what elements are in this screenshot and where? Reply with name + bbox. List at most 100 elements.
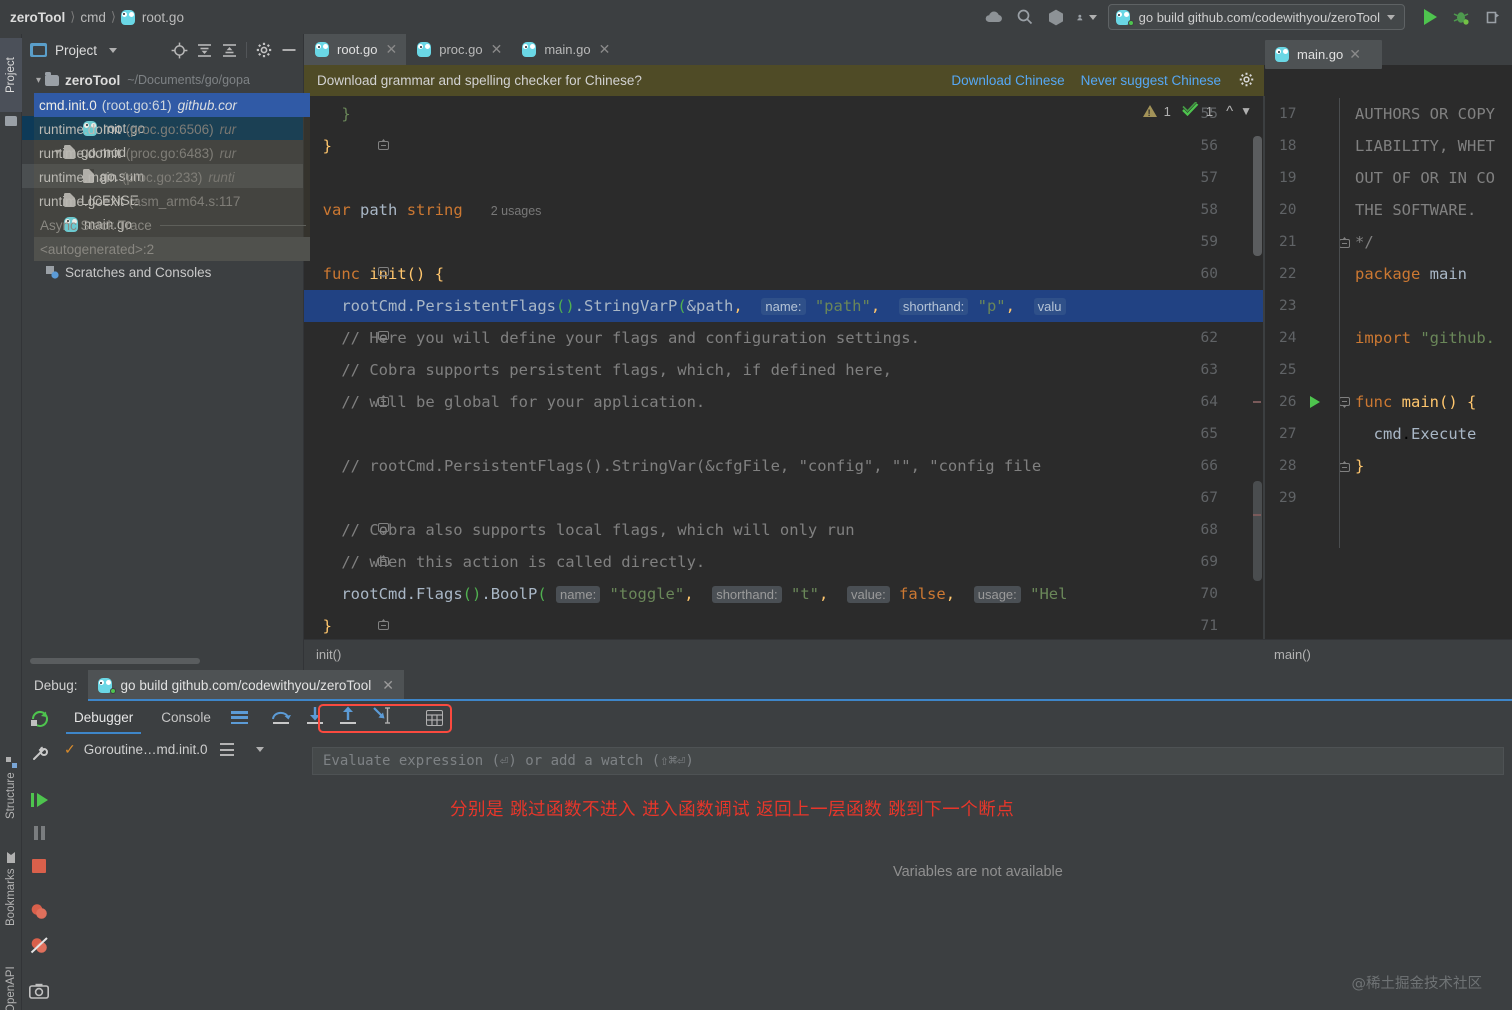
previous-highlight-icon[interactable]: ^ <box>1226 103 1233 120</box>
close-icon[interactable]: ✕ <box>491 41 503 58</box>
project-panel-scrollbar[interactable] <box>30 658 200 664</box>
view-breakpoints-icon[interactable] <box>30 903 49 925</box>
code-fold-icon[interactable] <box>378 395 389 409</box>
editor-tab-proc-go[interactable]: proc.go ✕ <box>406 34 511 65</box>
rail-item-bookmarks[interactable]: Bookmarks <box>0 842 22 936</box>
call-stack-frames[interactable]: cmd.init.0 (root.go:61) github.cor runtime.… <box>34 93 310 261</box>
code-fold-icon[interactable] <box>1339 235 1350 253</box>
code-line[interactable]: } <box>304 610 332 642</box>
breadcrumb-file[interactable]: root.go <box>142 10 184 25</box>
code-line[interactable]: package main <box>1355 258 1467 290</box>
close-icon[interactable]: ✕ <box>382 677 394 694</box>
expand-all-icon[interactable] <box>196 42 213 59</box>
code-line[interactable]: */ <box>1355 226 1374 258</box>
cloud-icon[interactable] <box>984 7 1004 27</box>
breadcrumb-folder[interactable]: cmd <box>80 10 106 25</box>
rail-item-project[interactable]: Project <box>0 38 22 112</box>
code-line[interactable]: // rootCmd.PersistentFlags().StringVar(&… <box>304 450 1041 482</box>
gear-icon[interactable] <box>1239 72 1254 90</box>
tree-node-scratches-and-consoles[interactable]: Scratches and Consoles <box>22 260 303 284</box>
resume-icon[interactable] <box>30 792 49 813</box>
code-line[interactable]: func main() { <box>1355 386 1476 418</box>
stack-frame[interactable]: runtime.doInit (proc.go:6506) rur <box>34 117 310 141</box>
run-configuration-selector[interactable]: go build github.com/codewithyou/zeroTool <box>1107 4 1405 30</box>
gear-icon[interactable] <box>255 42 272 59</box>
layout-settings-icon[interactable] <box>230 711 248 724</box>
breadcrumb-project[interactable]: zeroTool <box>10 10 65 25</box>
stack-frame[interactable]: runtime.goexit (asm_arm64.s:117 <box>34 189 310 213</box>
locate-file-icon[interactable] <box>171 42 188 59</box>
step-over-icon[interactable] <box>270 706 292 730</box>
editor-vertical-scrollbar-lower[interactable] <box>1253 481 1262 581</box>
chevron-open-icon[interactable]: ▾ <box>32 75 45 86</box>
run-to-cursor-icon[interactable] <box>371 706 392 730</box>
evaluate-expression-input[interactable]: Evaluate expression (⏎) or add a watch (… <box>312 747 1504 775</box>
inspections-widget[interactable]: 1 1 ^ ▼ <box>1142 99 1252 120</box>
code-line[interactable]: AUTHORS OR COPY <box>1355 98 1495 130</box>
stack-frame[interactable]: runtime.doInit (proc.go:6483) rur <box>34 141 310 165</box>
code-line[interactable]: cmd.Execute <box>1355 418 1477 450</box>
code-line[interactable]: OUT OF OR IN CO <box>1355 162 1495 194</box>
editor-main-go[interactable]: 17 AUTHORS OR COPY 18 LIABILITY, WHET 19 OUT … <box>1264 96 1512 670</box>
camera-icon[interactable] <box>29 983 49 1004</box>
code-line[interactable]: // will be global for your application. <box>304 386 705 418</box>
goroutine-selector-label[interactable]: Goroutine…md.init.0 <box>84 742 208 757</box>
more-run-icon[interactable] <box>1482 7 1502 27</box>
step-out-icon[interactable] <box>338 706 358 730</box>
code-fold-icon[interactable] <box>378 555 389 569</box>
code-line[interactable]: func init() { <box>304 258 444 290</box>
autogenerated-frame[interactable]: <autogenerated>:2 <box>34 237 310 261</box>
rail-item-structure[interactable]: Structure <box>0 746 22 830</box>
code-fold-icon[interactable] <box>1339 459 1350 477</box>
never-suggest-chinese-link[interactable]: Never suggest Chinese <box>1081 73 1221 88</box>
tab-console[interactable]: Console <box>147 701 225 734</box>
editor-vertical-scrollbar[interactable] <box>1253 136 1262 256</box>
next-highlight-icon[interactable]: ▼ <box>1240 104 1252 118</box>
code-line[interactable]: rootCmd.PersistentFlags().StringVarP(&pa… <box>304 290 1264 322</box>
stack-frame[interactable]: runtime.main (proc.go:233) runti <box>34 165 310 189</box>
tab-debugger[interactable]: Debugger <box>60 701 147 734</box>
code-fold-icon[interactable] <box>1339 395 1350 413</box>
chevron-down-icon[interactable] <box>255 747 264 752</box>
debug-icon[interactable] <box>1451 7 1471 27</box>
editor-tab-root-go[interactable]: root.go ✕ <box>304 34 407 65</box>
rail-item-openapi[interactable]: OpenAPI <box>0 952 22 1010</box>
code-line[interactable]: rootCmd.Flags().BoolP( name: "toggle", s… <box>304 578 1067 610</box>
close-icon[interactable]: ✕ <box>599 41 611 58</box>
editor-tab-main-go[interactable]: main.go ✕ <box>511 34 619 65</box>
settings-sync-icon[interactable] <box>1046 7 1066 27</box>
run-gutter-icon[interactable] <box>1310 396 1320 408</box>
code-line[interactable]: LIABILITY, WHET <box>1355 130 1495 162</box>
code-line[interactable]: import "github. <box>1355 322 1495 354</box>
code-fold-icon[interactable] <box>378 619 389 633</box>
run-icon[interactable] <box>1420 7 1440 27</box>
stack-frame[interactable]: cmd.init.0 (root.go:61) github.cor <box>34 93 310 117</box>
evaluate-expression-icon[interactable] <box>425 709 443 726</box>
code-line[interactable]: } <box>1355 450 1364 482</box>
code-fold-icon[interactable] <box>378 331 389 345</box>
editor-tab-main-go-right[interactable]: main.go ✕ <box>1265 40 1382 69</box>
close-icon[interactable]: ✕ <box>1349 46 1361 63</box>
pause-icon[interactable] <box>32 825 47 846</box>
search-everywhere-icon[interactable] <box>1015 7 1035 27</box>
tree-node-zerotool[interactable]: ▾ zeroTool ~/Documents/go/gopa <box>22 68 303 92</box>
hide-panel-icon[interactable] <box>280 42 297 59</box>
account-icon[interactable] <box>1076 7 1097 27</box>
settings-icon[interactable] <box>30 745 48 768</box>
mute-breakpoints-icon[interactable] <box>30 937 49 959</box>
code-line[interactable]: THE SOFTWARE. <box>1355 194 1476 226</box>
chevron-down-icon[interactable] <box>109 47 118 53</box>
debug-session-tab[interactable]: go build github.com/codewithyou/zeroTool… <box>87 670 405 701</box>
code-line[interactable]: var path string 2 usages <box>304 194 542 226</box>
code-line[interactable]: // when this action is called directly. <box>304 546 705 578</box>
download-chinese-link[interactable]: Download Chinese <box>951 73 1064 88</box>
collapse-all-icon[interactable] <box>221 42 238 59</box>
frames-view-icon[interactable] <box>219 743 234 756</box>
code-line[interactable]: // Here you will define your flags and c… <box>304 322 920 354</box>
editor-root-go[interactable]: 1 1 ^ ▼ 55 }56 }5758 var path string 2 u… <box>304 96 1264 670</box>
code-fold-icon[interactable] <box>378 523 389 537</box>
close-icon[interactable]: ✕ <box>385 41 397 58</box>
code-line[interactable]: // Cobra supports persistent flags, whic… <box>304 354 892 386</box>
code-line[interactable]: } <box>304 98 350 130</box>
stop-icon[interactable] <box>31 858 47 879</box>
